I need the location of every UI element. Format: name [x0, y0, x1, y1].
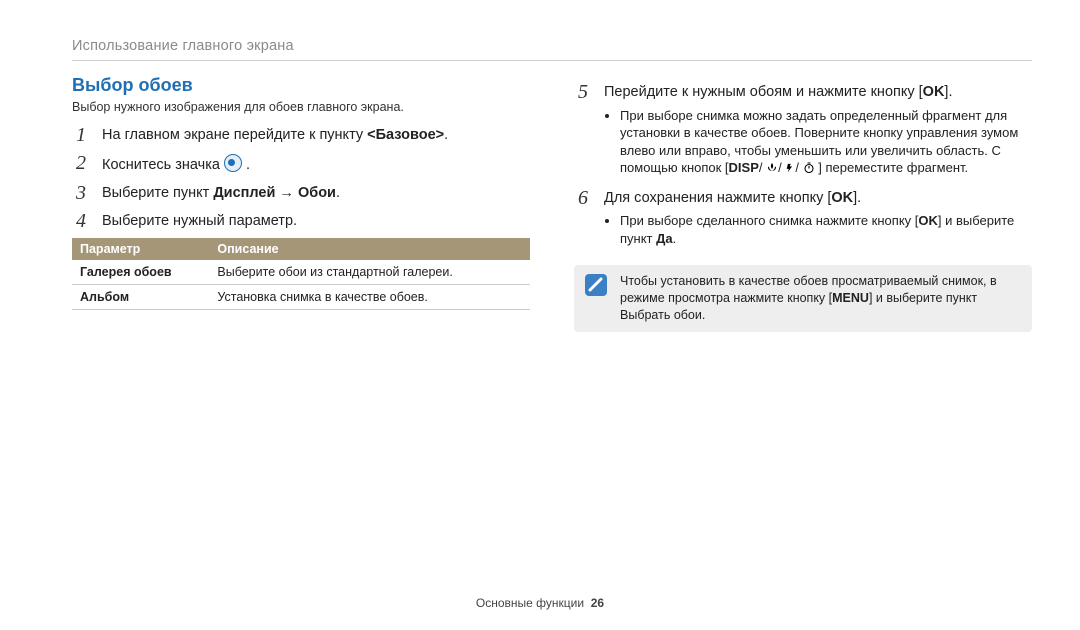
macro-icon: [766, 162, 778, 174]
step-number: 6: [574, 187, 592, 209]
step-5: 5 Перейдите к нужным обоям и нажмите кно…: [574, 81, 1032, 181]
page-footer: Основные функции 26: [0, 596, 1080, 610]
bullet-item: При выборе снимка можно задать определен…: [620, 107, 1032, 177]
flash-icon: [785, 162, 795, 174]
ok-icon: OK: [918, 213, 938, 228]
param-table: Параметр Описание Галерея обоев Выберите…: [72, 238, 530, 310]
table-cell-value: Установка снимка в качестве обоев.: [209, 284, 530, 309]
right-column: 5 Перейдите к нужным обоям и нажмите кно…: [574, 75, 1032, 332]
step-6: 6 Для сохранения нажмите кнопку [OK]. Пр…: [574, 187, 1032, 252]
table-cell-value: Выберите обои из стандартной галереи.: [209, 260, 530, 285]
step-text: Выберите пункт Дисплей → Обои.: [102, 182, 340, 204]
step-number: 2: [72, 152, 90, 174]
note-text: Чтобы установить в качестве обоев просма…: [620, 273, 1018, 324]
step-number: 4: [72, 210, 90, 232]
table-header-row: Параметр Описание: [72, 238, 530, 260]
breadcrumb: Использование главного экрана: [72, 38, 1032, 54]
table-cell-key: Галерея обоев: [72, 260, 209, 285]
step-4: 4 Выберите нужный параметр.: [72, 210, 530, 232]
menu-icon: MENU: [832, 291, 869, 305]
step-text: Для сохранения нажмите кнопку [OK]. При …: [604, 187, 1032, 252]
ok-icon: OK: [831, 190, 853, 206]
step-text: Выберите нужный параметр.: [102, 210, 297, 232]
step-text: Перейдите к нужным обоям и нажмите кнопк…: [604, 81, 1032, 181]
note-icon: [584, 273, 608, 297]
step-number: 3: [72, 182, 90, 204]
table-row: Галерея обоев Выберите обои из стандартн…: [72, 260, 530, 285]
left-column: Выбор обоев Выбор нужного изображения дл…: [72, 75, 530, 332]
step-3: 3 Выберите пункт Дисплей → Обои.: [72, 182, 530, 204]
step-number: 1: [72, 124, 90, 146]
table-row: Альбом Установка снимка в качестве обоев…: [72, 284, 530, 309]
footer-label: Основные функции: [476, 596, 584, 610]
divider: [72, 60, 1032, 61]
timer-icon: [803, 162, 815, 174]
table-header-cell: Параметр: [72, 238, 209, 260]
step-text: Коснитесь значка .: [102, 152, 250, 176]
note-box: Чтобы установить в качестве обоев просма…: [574, 265, 1032, 332]
section-heading: Выбор обоев: [72, 75, 530, 96]
table-cell-key: Альбом: [72, 284, 209, 309]
section-subtitle: Выбор нужного изображения для обоев глав…: [72, 100, 530, 114]
step-2: 2 Коснитесь значка .: [72, 152, 530, 176]
table-header-cell: Описание: [209, 238, 530, 260]
step-1: 1 На главном экране перейдите к пункту <…: [72, 124, 530, 146]
settings-circle-icon: [224, 154, 242, 172]
disp-icon: DISP: [729, 160, 759, 175]
bullet-item: При выборе сделанного снимка нажмите кно…: [620, 212, 1032, 247]
page-number: 26: [591, 596, 604, 610]
step-text: На главном экране перейдите к пункту <Ба…: [102, 124, 448, 146]
ok-icon: OK: [923, 84, 945, 100]
step-number: 5: [574, 81, 592, 103]
